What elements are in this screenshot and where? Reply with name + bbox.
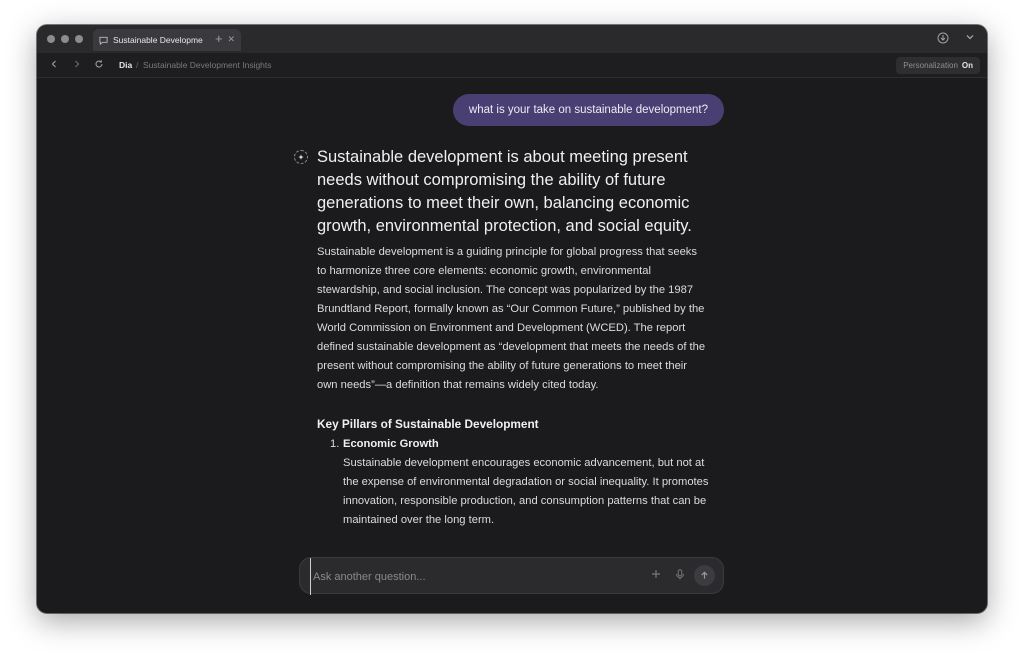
close-icon[interactable]: ✕ bbox=[227, 34, 235, 45]
plus-icon[interactable] bbox=[651, 569, 661, 582]
breadcrumb-root[interactable]: Dia bbox=[119, 60, 132, 70]
sparkle-icon: ✦ bbox=[294, 150, 308, 164]
personalization-state: On bbox=[961, 61, 973, 70]
list-item-number: 1. bbox=[330, 438, 340, 450]
user-message-bubble: what is your take on sustainable develop… bbox=[452, 94, 724, 126]
forward-icon[interactable] bbox=[72, 59, 82, 72]
breadcrumb-separator: / bbox=[136, 60, 139, 70]
maximize-window-button[interactable] bbox=[75, 35, 83, 43]
minimize-window-button[interactable] bbox=[61, 35, 69, 43]
tab-title: Sustainable Developme bbox=[113, 35, 203, 45]
personalization-label: Personalization bbox=[903, 61, 958, 70]
answer-headline: Sustainable development is about meeting… bbox=[317, 148, 692, 235]
new-tab-button[interactable]: + bbox=[215, 31, 223, 46]
chat-icon bbox=[99, 36, 108, 45]
reload-icon[interactable] bbox=[94, 59, 104, 72]
navigation-bar: Dia / Sustainable Development Insights P… bbox=[37, 53, 987, 78]
list-item: 1. Economic Growth Sustainable developme… bbox=[317, 435, 709, 530]
assistant-answer: Sustainable development is about meeting… bbox=[317, 146, 709, 530]
user-message-text: what is your take on sustainable develop… bbox=[468, 104, 708, 116]
back-icon[interactable] bbox=[49, 59, 59, 72]
chat-content: what is your take on sustainable develop… bbox=[37, 78, 987, 613]
chevron-down-icon[interactable] bbox=[965, 32, 975, 45]
close-window-button[interactable] bbox=[47, 35, 55, 43]
arrow-up-icon bbox=[701, 571, 708, 579]
ask-input-box bbox=[299, 557, 724, 595]
answer-paragraph: Sustainable development is a guiding pri… bbox=[317, 246, 706, 391]
breadcrumb-page: Sustainable Development Insights bbox=[143, 60, 272, 70]
download-icon[interactable] bbox=[937, 32, 949, 47]
section-title: Key Pillars of Sustainable Development bbox=[317, 417, 539, 431]
list-item-title: Economic Growth bbox=[343, 438, 439, 450]
browser-window: Sustainable Developme ✕ + Dia / Sustaina… bbox=[37, 25, 987, 613]
personalization-toggle[interactable]: Personalization On bbox=[896, 57, 980, 74]
send-button[interactable] bbox=[694, 565, 715, 586]
list-item-body: Sustainable development encourages econo… bbox=[343, 457, 709, 526]
microphone-icon[interactable] bbox=[675, 569, 685, 583]
tab-bar: Sustainable Developme ✕ + bbox=[37, 25, 987, 54]
ask-input[interactable] bbox=[310, 558, 645, 595]
